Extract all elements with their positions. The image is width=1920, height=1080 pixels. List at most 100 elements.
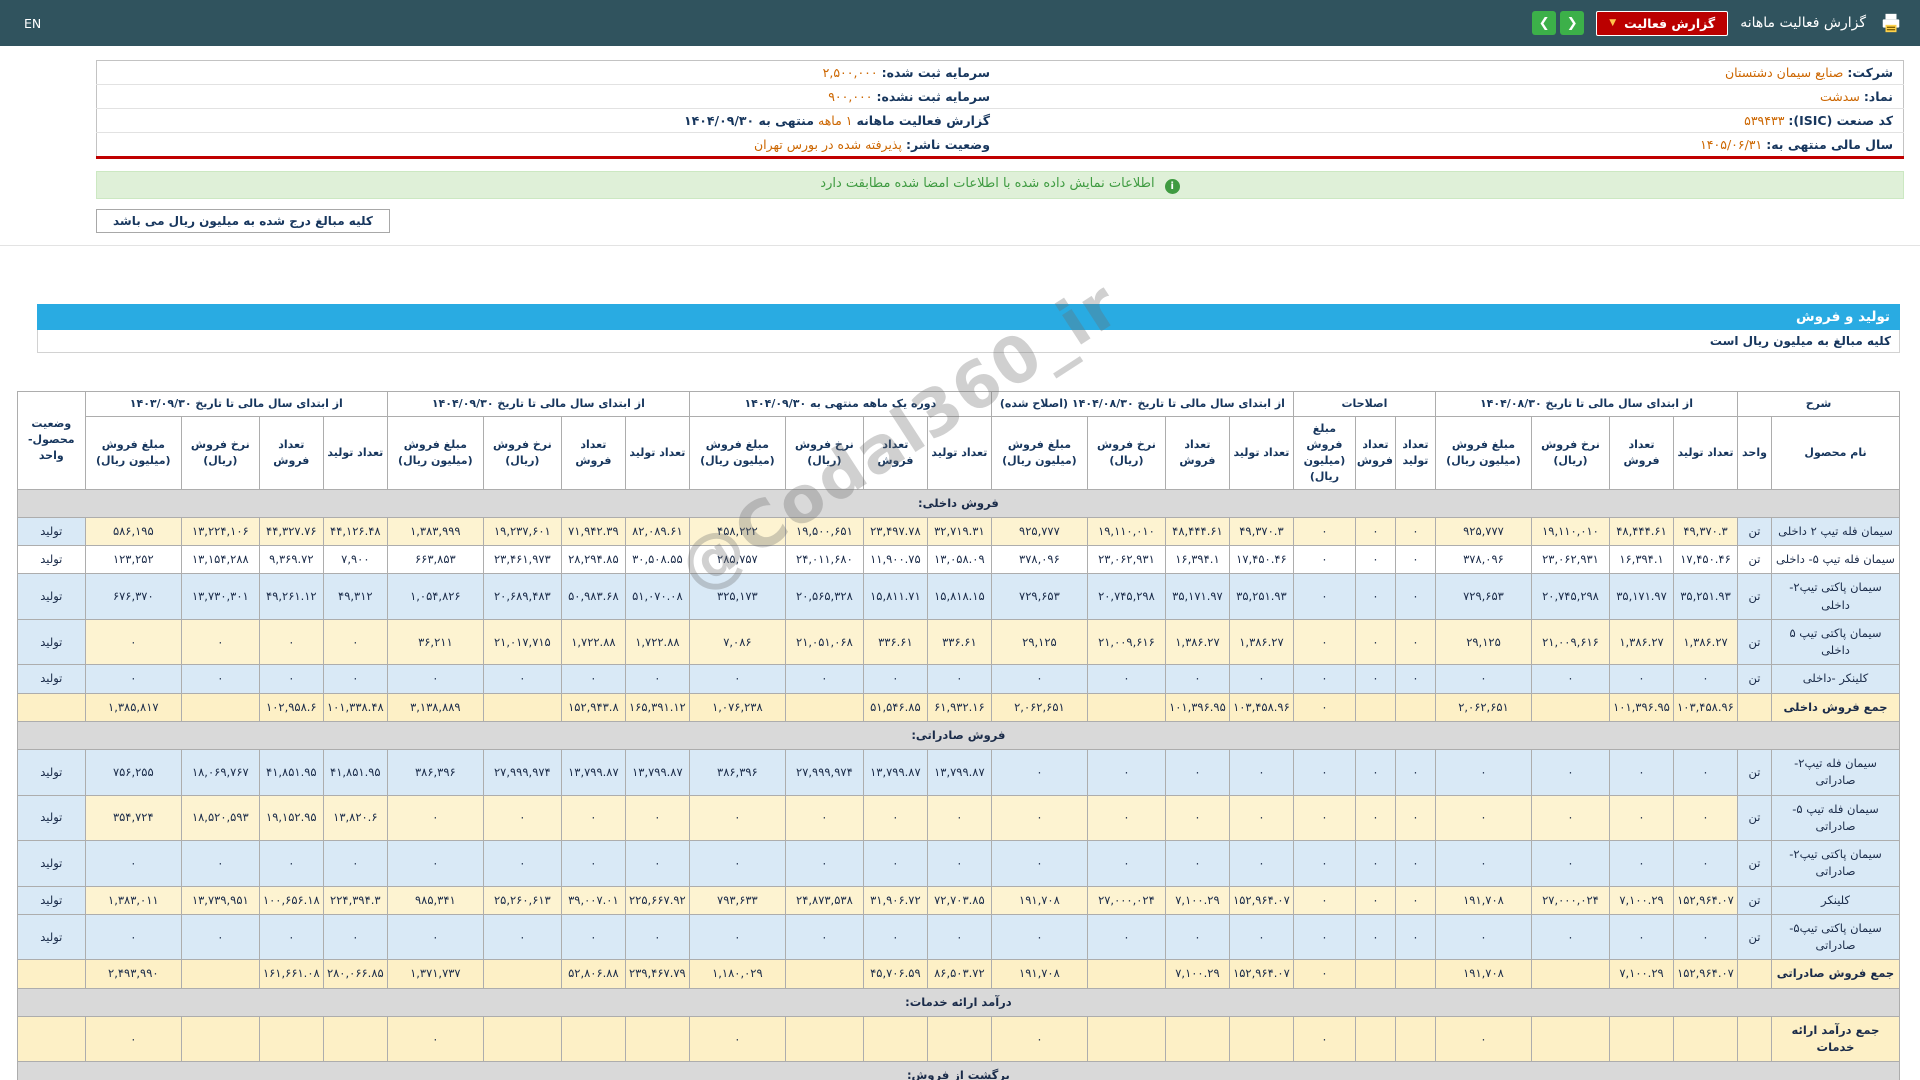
value-cell: ۰ [1531, 664, 1610, 694]
status-cell: تولید [16, 840, 86, 887]
value-cell: ۰ [1354, 545, 1396, 575]
value-cell: ۰ [1228, 794, 1294, 842]
value-cell: ۰ [1354, 885, 1396, 915]
value-cell: ۰ [1292, 692, 1356, 722]
value-cell: ۰ [386, 913, 484, 961]
value-cell: ۰ [1434, 794, 1533, 842]
value-cell: ۱۳,۲۲۴,۱۰۶ [180, 516, 260, 547]
column-header-cell: تعداد تولید [926, 415, 992, 490]
section-divider [0, 245, 1920, 246]
amounts-note-box: کلیه مبالغ درج شده به میلیون ریال می باش… [96, 209, 390, 233]
value-cell: ۶۶۳,۸۵۳ [386, 545, 484, 575]
value-cell: ۰ [84, 664, 182, 694]
value-cell: ۱۳,۷۳۰,۳۰۱ [180, 573, 260, 620]
table-row: سیمان فله تیپ۲- صادراتی تن ۰ ۰ ۰ ۰ ۰ ۰ ۰ ۰ ۰ ۰ ۰ ۱۳,۷… [16, 749, 1900, 796]
value-cell: ۱۹۱,۷۰۸ [990, 885, 1088, 915]
value-cell: ۰ [1394, 749, 1436, 796]
status-cell: تولید [16, 913, 86, 961]
value-cell: ۲,۰۶۲,۶۵۱ [1434, 692, 1533, 722]
value-cell: ۰ [1292, 840, 1356, 887]
table-amounts-note: کلیه مبالغ به میلیون ریال است [37, 330, 1900, 353]
sales-table-header: شرح از ابتدای سال مالی تا تاریخ ۱۴۰۴/۰۸/۳… [16, 391, 1900, 490]
value-cell: ۶۷۶,۳۷۰ [84, 573, 182, 620]
product-name-cell: سیمان پاکتی تیپ۲- داخلی [1771, 573, 1900, 620]
value-cell: ۰ [1434, 664, 1533, 694]
value-cell: ۰ [1609, 913, 1674, 961]
value-cell: ۰ [1673, 664, 1738, 694]
value-cell: ۷۲۹,۶۵۳ [1434, 573, 1533, 620]
value-cell: ۱۰۳,۴۵۸.۹۶ [1673, 692, 1738, 722]
next-report-button[interactable]: ❯ [1560, 11, 1585, 35]
value-cell: ۷۹۳,۶۳۳ [688, 885, 786, 915]
value-cell [180, 1015, 260, 1063]
value-cell: ۲۹,۱۲۵ [990, 618, 1088, 666]
value-cell: ۰ [386, 840, 484, 887]
value-cell [784, 959, 864, 989]
value-cell: ۹۸۵,۳۴۱ [386, 885, 484, 915]
table-row: سیمان فله تیپ ۵- صادراتی تن ۰ ۰ ۰ ۰ ۰ ۰ ۰ ۰ ۰ ۰ ۰ ۰ ۰ ۰… [16, 794, 1900, 842]
fiscal-year-cell: سال مالی منتهی به: ۱۴۰۵/۰۶/۳۱ [1000, 132, 1904, 158]
print-report-icon[interactable] [1878, 10, 1904, 36]
value-cell: ۳۲,۷۱۹.۳۱ [926, 516, 992, 547]
unit-cell: تن [1737, 749, 1772, 796]
value-cell: ۰ [482, 840, 562, 887]
product-name-cell: سیمان فله تیپ۲- صادراتی [1771, 749, 1900, 796]
value-cell [1394, 692, 1436, 722]
value-cell: ۱۱,۹۰۰.۷۵ [862, 545, 928, 575]
previous-report-button[interactable]: ❮ [1532, 11, 1557, 35]
table-row: جمع درآمد ارائه خدمات ۰ ۰ ۰ ۰ ۰ ۰ [16, 1015, 1900, 1063]
value-cell: ۴۵,۷۰۶.۵۹ [862, 959, 928, 989]
value-cell: ۱۹۱,۷۰۸ [1434, 885, 1533, 915]
status-cell: تولید [16, 573, 86, 620]
company-name[interactable]: صنایع سیمان دشتستان [1725, 65, 1843, 80]
value-cell: ۲۷,۹۹۹,۹۷۴ [784, 749, 864, 796]
value-cell: ۰ [1292, 885, 1356, 915]
value-cell: ۲۳,۰۶۲,۹۳۱ [1531, 545, 1610, 575]
value-cell: ۰ [322, 913, 388, 961]
group-header-cell: از ابتدای سال مالی تا تاریخ ۱۴۰۴/۰۹/۳۰ [386, 391, 690, 417]
value-cell: ۷۱,۹۴۲.۳۹ [560, 516, 626, 547]
production-sales-section: تولید و فروش کلیه مبالغ به میلیون ریال ا… [16, 304, 1901, 1080]
value-cell [624, 1015, 690, 1063]
value-cell: ۲۴,۸۷۳,۵۳۸ [784, 885, 864, 915]
value-cell [1531, 1015, 1610, 1063]
unit-cell [1737, 692, 1772, 722]
unit-cell: تن [1737, 618, 1772, 666]
value-cell [784, 692, 864, 722]
page-title: گزارش فعالیت ماهانه [1740, 15, 1866, 31]
value-cell: ۰ [1292, 749, 1356, 796]
symbol-value[interactable]: سدشت [1820, 89, 1860, 104]
value-cell: ۳۳۶.۶۱ [862, 618, 928, 666]
value-cell: ۰ [1354, 913, 1396, 961]
column-header-cell: تعداد تولید [1228, 415, 1294, 490]
unit-cell [1737, 959, 1772, 989]
value-cell: ۱۳,۷۹۹.۸۷ [862, 749, 928, 796]
product-name-cell: جمع فروش داخلی [1771, 692, 1900, 722]
product-name-cell: سیمان پاکتی تیپ ۵ داخلی [1771, 618, 1900, 666]
report-type-dropdown[interactable]: گزارش فعالیت ▼ [1596, 10, 1729, 36]
value-cell: ۰ [688, 794, 786, 842]
language-toggle-en[interactable]: EN [24, 16, 41, 31]
value-cell [926, 1015, 992, 1063]
value-cell: ۲۷,۰۰۰,۰۲۴ [1086, 885, 1166, 915]
column-header-cell: نرخ فروش (ریال) [1531, 415, 1610, 490]
value-cell: ۰ [560, 794, 626, 842]
value-cell: ۰ [1164, 840, 1230, 887]
value-cell: ۷,۱۰۰.۲۹ [1609, 885, 1674, 915]
symbol-label: نماد: [1863, 89, 1893, 104]
table-row: سیمان پاکتی تیپ۲- داخلی تن ۳۵,۲۵۱.۹۳ ۳۵,۱۷۱… [16, 573, 1900, 620]
table-row: سیمان فله تیپ ۵- داخلی تن ۱۷,۴۵۰.۴۶ ۱۶,۳۹۴.… [16, 545, 1900, 575]
value-cell: ۰ [1164, 749, 1230, 796]
value-cell: ۴۹,۳۷۰.۳ [1228, 516, 1294, 547]
value-cell: ۱۶,۳۹۴.۱ [1164, 545, 1230, 575]
table-row: سیمان فله تیپ ۲ داخلی تن ۴۹,۳۷۰.۳ ۴۸,۴۴۴.۶۱… [16, 516, 1900, 547]
value-cell: ۰ [1673, 794, 1738, 842]
value-cell: ۱,۷۲۲.۸۸ [624, 618, 690, 666]
value-cell: ۰ [1673, 749, 1738, 796]
column-header-cell: مبلغ فروش (میلیون ریال) [688, 415, 786, 490]
value-cell: ۸۲,۰۸۹.۶۱ [624, 516, 690, 547]
value-cell: ۱,۳۷۱,۷۳۷ [386, 959, 484, 989]
value-cell: ۵۲,۸۰۶.۸۸ [560, 959, 626, 989]
section-label: فروش صادراتی: [16, 720, 1901, 751]
value-cell: ۶۱,۹۳۲.۱۶ [926, 692, 992, 722]
